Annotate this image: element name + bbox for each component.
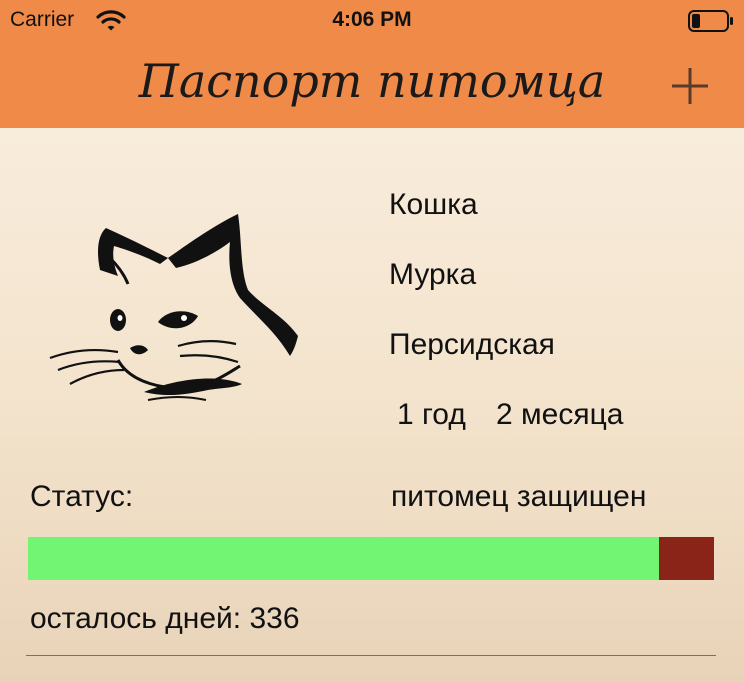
pet-breed: Персидская (389, 328, 555, 361)
clock: 4:06 PM (332, 8, 412, 31)
pet-age-months: 2 месяца (496, 398, 624, 431)
days-remaining-value: 336 (249, 602, 300, 635)
add-pet-button[interactable] (668, 64, 712, 108)
status-label: Статус: (30, 480, 134, 513)
days-remaining-label: осталось дней: (30, 602, 242, 635)
protection-progress-bar (28, 537, 714, 580)
battery-icon (688, 10, 733, 32)
protection-progress-fill (28, 537, 660, 580)
cat-head-icon (49, 214, 298, 401)
pet-name: Мурка (389, 258, 477, 291)
divider (26, 655, 716, 656)
navigation-bar: Паспорт питомца (0, 40, 744, 128)
status-bar: Carrier 4:06 PM (0, 0, 744, 40)
status-value: питомец защищен (391, 480, 647, 513)
pet-age-years: 1 год (397, 398, 466, 431)
pet-type: Кошка (389, 188, 478, 221)
page-title: Паспорт питомца (138, 54, 606, 108)
days-remaining: осталось дней: 336 (30, 602, 300, 636)
